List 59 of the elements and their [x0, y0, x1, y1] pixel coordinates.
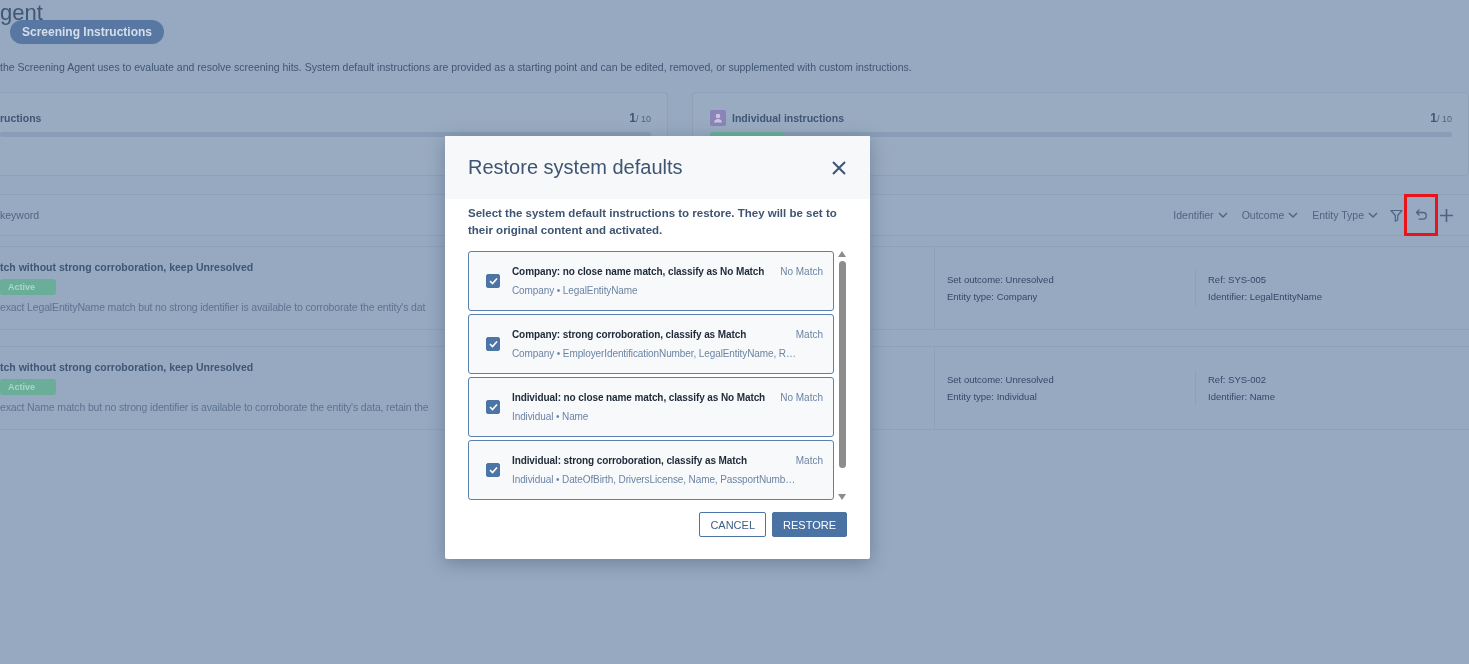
entity-type-text: Entity type: Company: [947, 291, 1038, 302]
instruction-count: 1/ 10: [1430, 111, 1452, 125]
person-icon: [710, 110, 726, 126]
instruction-option[interactable]: Company: no close name match, classify as No Match No Match Company • LegalEntityName: [468, 251, 834, 311]
close-icon: [831, 159, 847, 176]
scroll-down-icon[interactable]: [838, 494, 846, 500]
outcome-text: Set outcome: Unresolved: [947, 274, 1054, 285]
identifier-text: Identifier: LegalEntityName: [1208, 291, 1323, 302]
option-title: Individual: no close name match, classify as No Match: [512, 392, 766, 403]
entity-type-text: Entity type: Individual: [947, 391, 1037, 402]
check-icon: [488, 277, 498, 285]
option-meta: Company • LegalEntityName: [512, 285, 639, 296]
page-description: the Screening Agent uses to evaluate and resolve screening hits. System default instructions are provided as a starting point and can be edited, removed, or supplemented with custom instructions.: [0, 61, 913, 73]
check-icon: [488, 340, 498, 348]
checkbox[interactable]: [486, 274, 500, 288]
checkbox[interactable]: [486, 463, 500, 477]
instruction-option[interactable]: Company: strong corroboration, classify as Match Match Company • EmployerIdentificationNumber, LegalEntityName, R…: [468, 314, 834, 374]
option-outcome: Match: [795, 455, 823, 466]
instruction-count: 1/ 10: [629, 111, 651, 125]
option-outcome: Match: [795, 329, 823, 340]
chevron-icon: [1288, 212, 1299, 218]
restore-button[interactable]: RESTORE: [772, 512, 847, 537]
status-badge: Active: [0, 279, 56, 295]
plus-icon: [1438, 207, 1454, 223]
search-field[interactable]: keyword: [0, 209, 200, 221]
card-title: Individual instructions: [732, 112, 844, 124]
option-meta: Individual • DateOfBirth, DriversLicense, Name, PassportNumb…: [512, 474, 797, 485]
option-title: Company: strong corroboration, classify as Match: [512, 329, 747, 340]
status-badge: Active: [0, 379, 56, 395]
filter-icon: [1389, 208, 1403, 222]
close-button[interactable]: [831, 159, 847, 176]
instruction-option[interactable]: Individual: no close name match, classify as No Match No Match Individual • Name: [468, 377, 834, 437]
dialog-message: Select the system default instructions to restore. They will be set to their original content and activated.: [468, 206, 838, 238]
option-title: Individual: strong corroboration, classify as Match: [512, 455, 747, 466]
option-outcome: No Match: [780, 392, 823, 403]
option-title: Company: no close name match, classify as No Match: [512, 266, 765, 277]
checkbox[interactable]: [486, 400, 500, 414]
outcome-text: Set outcome: Unresolved: [947, 374, 1054, 385]
scroll-up-icon[interactable]: [838, 251, 846, 257]
chevron-icon: [1217, 212, 1228, 218]
ref-text: Ref: SYS-005: [1208, 274, 1267, 285]
card-title: ructions: [0, 112, 42, 124]
instruction-title: tch without strong corroboration, keep Unresolved: [0, 361, 254, 373]
option-outcome: No Match: [780, 266, 823, 277]
cancel-button[interactable]: CANCEL: [699, 512, 766, 537]
checkbox[interactable]: [486, 337, 500, 351]
instruction-option[interactable]: Individual: strong corroboration, classify as Match Match Individual • DateOfBirth, DriversLicense, Name, PassportNumb…: [468, 440, 834, 500]
chevron-icon: [1368, 212, 1378, 218]
identifier-text: Identifier: Name: [1208, 391, 1276, 402]
ref-text: Ref: SYS-002: [1208, 374, 1267, 385]
restore-defaults-button[interactable]: [1407, 197, 1435, 233]
scrollbar-thumb[interactable]: [838, 261, 846, 468]
check-icon: [488, 403, 498, 411]
instruction-title: tch without strong corroboration, keep Unresolved: [0, 261, 254, 273]
undo-icon: [1414, 209, 1428, 221]
dialog-title: Restore system defaults: [468, 156, 683, 179]
option-meta: Individual • Name: [512, 411, 590, 422]
check-icon: [488, 466, 498, 474]
option-meta: Company • EmployerIdentificationNumber, LegalEntityName, R…: [512, 348, 797, 359]
